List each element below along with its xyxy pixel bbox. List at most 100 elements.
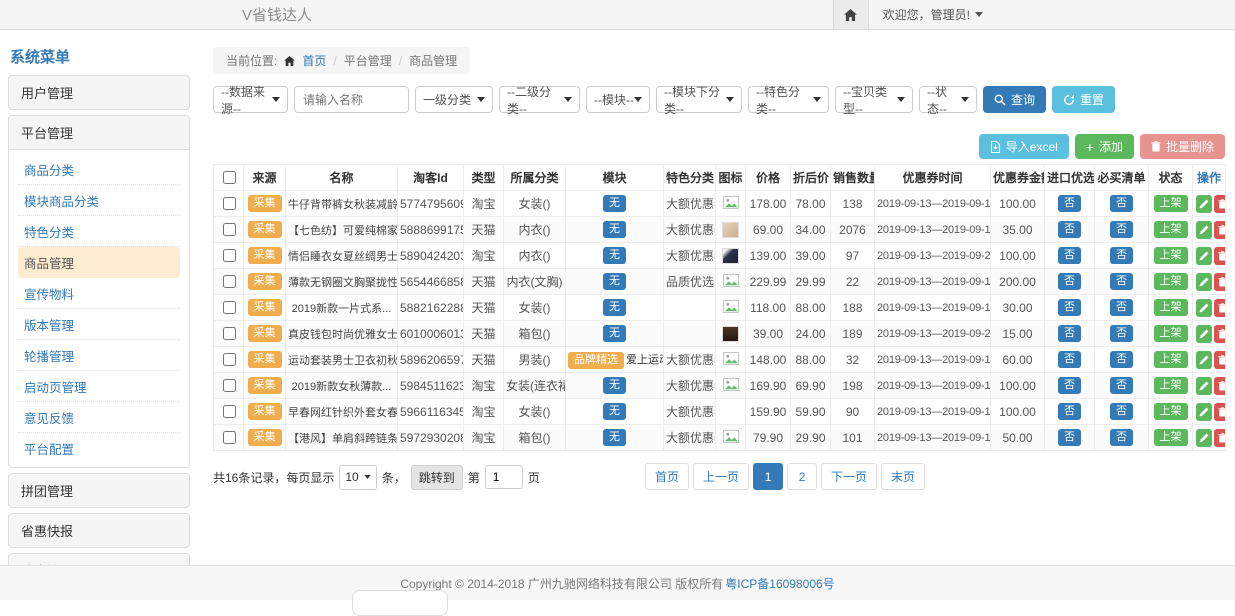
status-badge[interactable]: 上架 (1154, 299, 1188, 316)
sidebar-section-users[interactable]: 用户管理 (8, 75, 190, 110)
search-name-input[interactable] (294, 86, 409, 113)
delete-button[interactable] (1214, 195, 1226, 213)
batch-delete-button[interactable]: 批量删除 (1140, 134, 1225, 159)
filter-select[interactable]: --状态-- (919, 86, 977, 113)
select-all-checkbox[interactable] (223, 171, 236, 184)
page-number-input[interactable] (485, 465, 523, 489)
row-checkbox[interactable] (223, 197, 236, 210)
row-checkbox[interactable] (223, 327, 236, 340)
row-checkbox[interactable] (223, 431, 236, 444)
row-checkbox[interactable] (223, 353, 236, 366)
sidebar-item-link[interactable]: 意见反馈 (18, 402, 180, 433)
edit-button[interactable] (1196, 221, 1212, 239)
must-buy-toggle[interactable]: 否 (1110, 377, 1133, 394)
must-buy-toggle[interactable]: 否 (1110, 221, 1133, 238)
jump-button[interactable]: 跳转到 (411, 465, 463, 490)
sidebar-item-link[interactable]: 商品分类 (18, 154, 180, 185)
reset-button[interactable]: 重置 (1052, 86, 1115, 113)
import-select-toggle[interactable]: 否 (1058, 403, 1081, 420)
delete-button[interactable] (1214, 377, 1226, 395)
breadcrumb-home-link[interactable]: 首页 (302, 52, 326, 69)
status-badge[interactable]: 上架 (1154, 195, 1188, 212)
must-buy-toggle[interactable]: 否 (1110, 403, 1133, 420)
search-button[interactable]: 查询 (983, 86, 1046, 113)
per-page-select[interactable]: 10 (339, 465, 376, 490)
status-badge[interactable]: 上架 (1154, 247, 1188, 264)
row-checkbox[interactable] (223, 405, 236, 418)
must-buy-toggle[interactable]: 否 (1110, 273, 1133, 290)
import-select-toggle[interactable]: 否 (1058, 429, 1081, 446)
must-buy-toggle[interactable]: 否 (1110, 299, 1133, 316)
sidebar-item-link[interactable]: 版本管理 (18, 309, 180, 340)
page-button-下一页[interactable]: 下一页 (821, 463, 877, 490)
sidebar-item-active[interactable]: 商品管理 (18, 247, 180, 278)
must-buy-toggle[interactable]: 否 (1110, 429, 1133, 446)
filter-select[interactable]: --宝贝类型-- (835, 86, 913, 113)
status-badge[interactable]: 上架 (1154, 429, 1188, 446)
page-button-2[interactable]: 2 (787, 463, 817, 490)
edit-button[interactable] (1196, 377, 1212, 395)
delete-button[interactable] (1214, 247, 1226, 265)
delete-button[interactable] (1214, 351, 1226, 369)
row-checkbox[interactable] (223, 223, 236, 236)
row-checkbox[interactable] (223, 275, 236, 288)
filter-select[interactable]: --特色分类-- (748, 86, 829, 113)
sidebar-section[interactable]: 消息管理 (8, 553, 190, 565)
page-button-首页[interactable]: 首页 (645, 463, 689, 490)
edit-button[interactable] (1196, 351, 1212, 369)
row-checkbox[interactable] (223, 379, 236, 392)
status-badge[interactable]: 上架 (1154, 351, 1188, 368)
import-excel-button[interactable]: 导入excel (979, 134, 1069, 159)
status-badge[interactable]: 上架 (1154, 325, 1188, 342)
import-select-toggle[interactable]: 否 (1058, 377, 1081, 394)
edit-button[interactable] (1196, 195, 1212, 213)
row-checkbox[interactable] (223, 301, 236, 314)
edit-button[interactable] (1196, 299, 1212, 317)
status-badge[interactable]: 上架 (1154, 273, 1188, 290)
page-button-末页[interactable]: 末页 (881, 463, 925, 490)
sidebar-item-link[interactable]: 平台配置 (18, 433, 180, 463)
delete-button[interactable] (1214, 403, 1226, 421)
status-badge[interactable]: 上架 (1154, 377, 1188, 394)
import-select-toggle[interactable]: 否 (1058, 299, 1081, 316)
must-buy-toggle[interactable]: 否 (1110, 195, 1133, 212)
edit-button[interactable] (1196, 325, 1212, 343)
page-button-1[interactable]: 1 (753, 463, 783, 490)
sidebar-item-link[interactable]: 宣传物料 (18, 278, 180, 309)
sidebar-item-link[interactable]: 特色分类 (18, 216, 180, 247)
edit-button[interactable] (1196, 429, 1212, 447)
filter-select[interactable]: --二级分类-- (499, 86, 580, 113)
home-button[interactable] (833, 0, 869, 29)
import-select-toggle[interactable]: 否 (1058, 195, 1081, 212)
import-select-toggle[interactable]: 否 (1058, 273, 1081, 290)
edit-button[interactable] (1196, 273, 1212, 291)
sidebar-section-platform[interactable]: 平台管理 商品分类模块商品分类特色分类商品管理宣传物料版本管理轮播管理启动页管理… (8, 115, 190, 468)
import-select-toggle[interactable]: 否 (1058, 247, 1081, 264)
icp-link[interactable]: 粤ICP备16098006号 (725, 575, 834, 592)
delete-button[interactable] (1214, 429, 1226, 447)
sidebar-section[interactable]: 省惠快报 (8, 513, 190, 548)
user-menu[interactable]: 欢迎您，管理员! (883, 6, 983, 23)
filter-select[interactable]: 一级分类 (415, 86, 493, 113)
filter-select[interactable]: --数据来源-- (213, 86, 288, 113)
import-select-toggle[interactable]: 否 (1058, 221, 1081, 238)
import-select-toggle[interactable]: 否 (1058, 325, 1081, 342)
delete-button[interactable] (1214, 273, 1226, 291)
sidebar-item-link[interactable]: 轮播管理 (18, 340, 180, 371)
sidebar-item-link[interactable]: 模块商品分类 (18, 185, 180, 216)
add-button[interactable]: + 添加 (1075, 134, 1134, 159)
page-button-上一页[interactable]: 上一页 (693, 463, 749, 490)
must-buy-toggle[interactable]: 否 (1110, 351, 1133, 368)
status-badge[interactable]: 上架 (1154, 221, 1188, 238)
must-buy-toggle[interactable]: 否 (1110, 247, 1133, 264)
must-buy-toggle[interactable]: 否 (1110, 325, 1133, 342)
filter-select[interactable]: --模块下分类-- (656, 86, 742, 113)
import-select-toggle[interactable]: 否 (1058, 351, 1081, 368)
edit-button[interactable] (1196, 247, 1212, 265)
row-checkbox[interactable] (223, 249, 236, 262)
delete-button[interactable] (1214, 325, 1226, 343)
delete-button[interactable] (1214, 299, 1226, 317)
status-badge[interactable]: 上架 (1154, 403, 1188, 420)
edit-button[interactable] (1196, 403, 1212, 421)
sidebar-section[interactable]: 拼团管理 (8, 473, 190, 508)
